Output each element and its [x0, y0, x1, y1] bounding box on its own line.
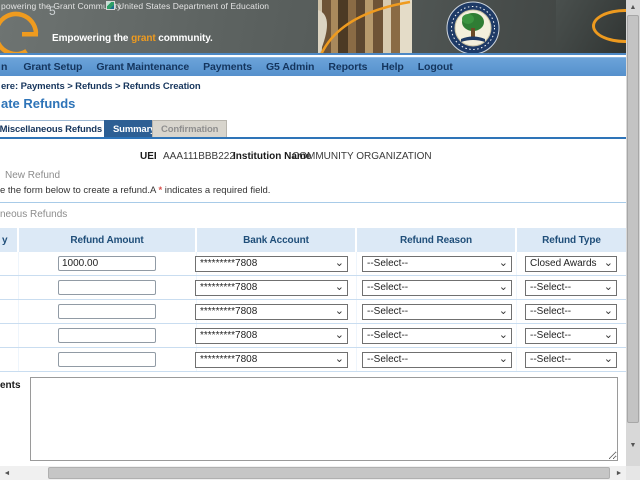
- breadcrumb: ere: Payments > Refunds > Refunds Creati…: [1, 81, 201, 92]
- uei-label: UEI: [140, 151, 157, 162]
- main-navigation-bar: n Grant Setup Grant Maintenance Payments…: [0, 57, 626, 76]
- g5-application-window: powering the Grant Community United Stat…: [0, 0, 640, 480]
- vertical-scrollbar-thumb[interactable]: [627, 15, 639, 423]
- chevron-down-icon: ⌄: [604, 328, 613, 341]
- horizontal-scrollbar[interactable]: ◄ ►: [0, 466, 626, 480]
- chevron-down-icon: ⌄: [604, 256, 613, 269]
- scroll-left-arrow-icon: ◄: [4, 470, 11, 477]
- column-header-refund-amount: Refund Amount: [19, 228, 197, 252]
- refund-amount-input[interactable]: [58, 304, 156, 319]
- department-of-education-seal: [446, 1, 500, 55]
- g5-logo-icon: [0, 8, 41, 55]
- nav-item-reports[interactable]: Reports: [321, 61, 374, 73]
- chevron-down-icon: ⌄: [335, 304, 344, 317]
- g5-logo-number: 5: [49, 4, 56, 18]
- refund-type-select[interactable]: --Select--⌄: [525, 328, 617, 344]
- chevron-down-icon: ⌄: [604, 280, 613, 293]
- chevron-down-icon: ⌄: [335, 280, 344, 293]
- refund-type-select[interactable]: Closed Awards⌄: [525, 256, 617, 272]
- scrollbar-corner: [626, 466, 640, 480]
- chevron-down-icon: ⌄: [604, 352, 613, 365]
- chevron-down-icon: ⌄: [335, 328, 344, 341]
- chevron-down-icon: ⌄: [499, 280, 508, 293]
- chevron-down-icon: ⌄: [499, 304, 508, 317]
- section-divider: [0, 202, 626, 203]
- refund-amount-input[interactable]: [58, 256, 156, 271]
- refund-reason-select[interactable]: --Select--⌄: [362, 352, 512, 368]
- chevron-down-icon: ⌄: [335, 256, 344, 269]
- refund-row: *********7808⌄ --Select--⌄ --Select--⌄: [0, 324, 626, 348]
- bank-account-select[interactable]: *********7808⌄: [195, 280, 348, 296]
- chevron-down-icon: ⌄: [335, 352, 344, 365]
- chevron-down-icon: ⌄: [604, 304, 613, 317]
- refunds-table-header: y Refund Amount Bank Account Refund Reas…: [0, 228, 626, 252]
- column-header-refund-reason: Refund Reason: [357, 228, 517, 252]
- banner-strap-right-text: United States Department of Education: [118, 1, 269, 11]
- refund-amount-input[interactable]: [58, 280, 156, 295]
- scroll-right-arrow-icon: ►: [616, 470, 623, 477]
- refund-reason-select[interactable]: --Select--⌄: [362, 280, 512, 296]
- nav-item-grant-setup[interactable]: Grant Setup: [16, 61, 89, 73]
- chevron-down-icon: ⌄: [499, 256, 508, 269]
- refund-type-select[interactable]: --Select--⌄: [525, 352, 617, 368]
- bank-account-select[interactable]: *********7808⌄: [195, 352, 348, 368]
- nav-item-g5-admin[interactable]: G5 Admin: [259, 61, 321, 73]
- nav-item-grant-maintenance[interactable]: Grant Maintenance: [89, 61, 196, 73]
- g5-banner: powering the Grant Community United Stat…: [0, 0, 626, 55]
- column-header-refund-type: Refund Type: [517, 228, 626, 252]
- page-content: powering the Grant Community United Stat…: [0, 0, 626, 466]
- institution-name-value: COMMUNITY ORGANIZATION: [292, 151, 432, 162]
- refund-row: *********7808⌄ --Select--⌄ --Select--⌄: [0, 276, 626, 300]
- refund-row: *********7808⌄ --Select--⌄ Closed Awards…: [0, 252, 626, 276]
- refund-amount-input[interactable]: [58, 328, 156, 343]
- tab-create-miscellaneous-refunds[interactable]: te Miscellaneous Refunds: [0, 120, 111, 137]
- scroll-down-arrow-icon: ▼: [630, 442, 637, 449]
- uei-value: AAA111BBB222: [163, 151, 235, 162]
- refund-reason-select[interactable]: --Select--⌄: [362, 256, 512, 272]
- refunds-table: y Refund Amount Bank Account Refund Reas…: [0, 228, 626, 372]
- refund-reason-select[interactable]: --Select--⌄: [362, 304, 512, 320]
- nav-item-payments[interactable]: Payments: [196, 61, 259, 73]
- comments-label: ents: [0, 380, 21, 391]
- bank-account-select[interactable]: *********7808⌄: [195, 328, 348, 344]
- column-header-award: y: [0, 228, 19, 252]
- scroll-up-arrow-icon: ▲: [630, 4, 637, 11]
- library-photo: [318, 0, 412, 55]
- column-header-bank-account: Bank Account: [197, 228, 357, 252]
- refund-row: *********7808⌄ --Select--⌄ --Select--⌄: [0, 300, 626, 324]
- tabs-underline: [0, 137, 626, 139]
- refund-amount-input[interactable]: [58, 352, 156, 367]
- scroll-down-button[interactable]: ▼: [626, 438, 640, 452]
- miscellaneous-refunds-heading: neous Refunds: [0, 209, 67, 220]
- chevron-down-icon: ⌄: [499, 352, 508, 365]
- horizontal-scrollbar-thumb[interactable]: [48, 467, 610, 479]
- nav-item-main[interactable]: n: [0, 61, 16, 73]
- scroll-up-button[interactable]: ▲: [626, 0, 640, 14]
- refund-type-select[interactable]: --Select--⌄: [525, 304, 617, 320]
- tab-confirmation: Confirmation: [152, 120, 227, 137]
- chevron-down-icon: ⌄: [499, 328, 508, 341]
- comments-textarea[interactable]: [30, 377, 618, 461]
- scroll-right-button[interactable]: ►: [612, 466, 626, 480]
- bank-account-select[interactable]: *********7808⌄: [195, 304, 348, 320]
- refund-row: *********7808⌄ --Select--⌄ --Select--⌄: [0, 348, 626, 372]
- bank-account-select[interactable]: *********7808⌄: [195, 256, 348, 272]
- vertical-scrollbar[interactable]: ▲ ▼: [626, 0, 640, 466]
- refund-type-select[interactable]: --Select--⌄: [525, 280, 617, 296]
- nav-item-help[interactable]: Help: [374, 61, 410, 73]
- nav-item-logout[interactable]: Logout: [411, 61, 460, 73]
- form-instructions: e the form below to create a refund.A * …: [0, 185, 270, 196]
- document-icon: [106, 1, 115, 10]
- new-refund-heading: New Refund: [5, 170, 60, 181]
- page-title: ate Refunds: [1, 96, 75, 111]
- banner-tagline: Empowering the grant community.: [52, 33, 213, 44]
- refund-reason-select[interactable]: --Select--⌄: [362, 328, 512, 344]
- scroll-left-button[interactable]: ◄: [0, 466, 14, 480]
